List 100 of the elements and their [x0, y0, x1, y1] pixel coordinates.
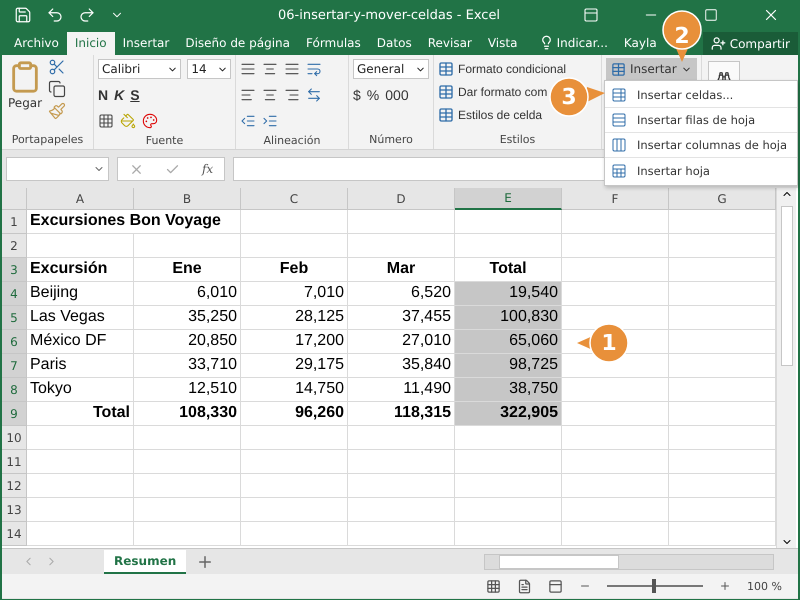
- insert-function-button[interactable]: fx: [202, 162, 214, 176]
- column-header[interactable]: B: [134, 188, 241, 210]
- table-cell: 12,510: [134, 378, 241, 402]
- page-break-icon[interactable]: [548, 578, 564, 594]
- table-cell: 11,490: [348, 378, 455, 402]
- table-icon: [611, 62, 626, 76]
- ribbon-tab[interactable]: Diseño de página: [177, 32, 298, 55]
- thousands-button[interactable]: 000: [385, 87, 409, 103]
- table-cell: Feb: [241, 258, 348, 282]
- row-header[interactable]: 14: [2, 522, 27, 546]
- copy-icon[interactable]: [48, 80, 66, 98]
- table-cell: México DF: [27, 330, 134, 354]
- normal-view-icon[interactable]: [486, 578, 502, 594]
- zoom-in-icon[interactable]: [719, 580, 732, 592]
- table-cell: 322,905: [455, 402, 562, 426]
- indent-increase-icon[interactable]: [262, 113, 278, 129]
- table-icon: [438, 107, 454, 123]
- user-name[interactable]: Kayla: [616, 36, 657, 55]
- save-icon[interactable]: [14, 6, 32, 24]
- currency-button[interactable]: $: [353, 87, 361, 103]
- group-label: Estilos: [498, 132, 536, 148]
- menu-item[interactable]: Insertar celdas...: [605, 83, 797, 108]
- table-cell: 65,060: [455, 330, 562, 354]
- row-header[interactable]: 8: [2, 378, 27, 402]
- group-label: Portapapeles: [10, 132, 84, 148]
- sheet-tab[interactable]: Resumen: [104, 550, 186, 574]
- column-header[interactable]: E: [455, 188, 562, 210]
- row-header[interactable]: 5: [2, 306, 27, 330]
- bold-button[interactable]: N: [98, 87, 108, 103]
- share-button[interactable]: Compartir: [702, 32, 798, 55]
- wrap-text-icon[interactable]: [306, 61, 322, 77]
- styles-menu-item[interactable]: Formato condicional: [438, 58, 566, 80]
- column-header[interactable]: A: [27, 188, 134, 210]
- scrollbar-thumb[interactable]: [499, 554, 619, 568]
- column-header[interactable]: D: [348, 188, 455, 210]
- menu-item[interactable]: Insertar filas de hoja: [605, 108, 797, 133]
- align-right-icon[interactable]: [284, 87, 300, 103]
- ribbon-tab[interactable]: Archivo: [6, 32, 67, 55]
- table-cell: 37,455: [348, 306, 455, 330]
- column-header[interactable]: C: [241, 188, 348, 210]
- row-header[interactable]: 13: [2, 498, 27, 522]
- table-cell: Total: [27, 402, 134, 426]
- row-header[interactable]: 3: [2, 258, 27, 282]
- table-cell: 118,315: [348, 402, 455, 426]
- number-format-select[interactable]: General: [353, 59, 429, 79]
- percent-button[interactable]: %: [366, 87, 380, 103]
- styles-menu-item[interactable]: Dar formato com: [438, 81, 548, 103]
- align-center-icon[interactable]: [262, 87, 278, 103]
- borders-icon[interactable]: [98, 113, 114, 129]
- row-header[interactable]: 11: [2, 450, 27, 474]
- redo-icon[interactable]: [78, 6, 96, 24]
- sheet-icon: [611, 162, 627, 178]
- column-header[interactable]: G: [669, 188, 776, 210]
- table-cell: Tokyo: [27, 378, 134, 402]
- scrollbar-thumb[interactable]: [780, 206, 792, 366]
- group-label: Alineación: [262, 133, 322, 149]
- fill-color-icon[interactable]: [120, 113, 136, 129]
- ribbon-tab[interactable]: Insertar: [114, 32, 178, 55]
- table-cell: 14,750: [241, 378, 348, 402]
- table-cell: Paris: [27, 354, 134, 378]
- row-header[interactable]: 4: [2, 282, 27, 306]
- scissors-icon[interactable]: [48, 58, 66, 76]
- row-header[interactable]: 2: [2, 234, 27, 258]
- maximize-icon[interactable]: [704, 8, 718, 22]
- group-label: Fuente: [144, 133, 184, 149]
- paste-button[interactable]: Pegar: [6, 58, 44, 131]
- ribbon-display-icon[interactable]: [583, 7, 599, 23]
- ribbon-tab[interactable]: Fórmulas: [298, 32, 369, 55]
- ribbon-tab[interactable]: Revisar: [420, 32, 480, 55]
- tell-me-field[interactable]: Indicar...: [530, 35, 616, 55]
- window-title: 06-insertar-y-mover-celdas - Excel: [278, 8, 502, 22]
- styles-menu-item[interactable]: Estilos de celda: [438, 104, 542, 126]
- horizontal-scrollbar[interactable]: [484, 554, 774, 570]
- indent-decrease-icon[interactable]: [240, 113, 256, 129]
- zoom-thumb[interactable]: [652, 579, 656, 593]
- font-name-select[interactable]: Calibri: [98, 59, 182, 79]
- columns-icon: [611, 137, 627, 153]
- column-header[interactable]: F: [562, 188, 669, 210]
- menu-item[interactable]: Insertar columnas de hoja: [605, 133, 797, 158]
- row-header[interactable]: 9: [2, 402, 27, 426]
- font-size-select[interactable]: 14: [187, 59, 231, 79]
- table-cell: Beijing: [27, 282, 134, 306]
- ribbon-tab[interactable]: Vista: [480, 32, 526, 55]
- insert-button[interactable]: Insertar: [606, 58, 697, 80]
- row-header[interactable]: 6: [2, 330, 27, 354]
- page-layout-icon[interactable]: [517, 578, 532, 594]
- underline-button[interactable]: S: [130, 87, 140, 103]
- align-middle-icon[interactable]: [262, 61, 278, 77]
- row-header[interactable]: 1: [2, 210, 27, 234]
- row-header[interactable]: 7: [2, 354, 27, 378]
- undo-icon[interactable]: [46, 6, 64, 24]
- row-header[interactable]: 12: [2, 474, 27, 498]
- align-left-icon[interactable]: [240, 87, 256, 103]
- italic-button[interactable]: K: [114, 87, 124, 103]
- row-header[interactable]: 10: [2, 426, 27, 450]
- menu-item[interactable]: Insertar hoja: [605, 158, 797, 183]
- ribbon-tab[interactable]: Datos: [368, 32, 420, 55]
- table-cell: 96,260: [241, 402, 348, 426]
- ribbon-tab[interactable]: Inicio: [66, 32, 115, 55]
- table-icon: [438, 61, 454, 77]
